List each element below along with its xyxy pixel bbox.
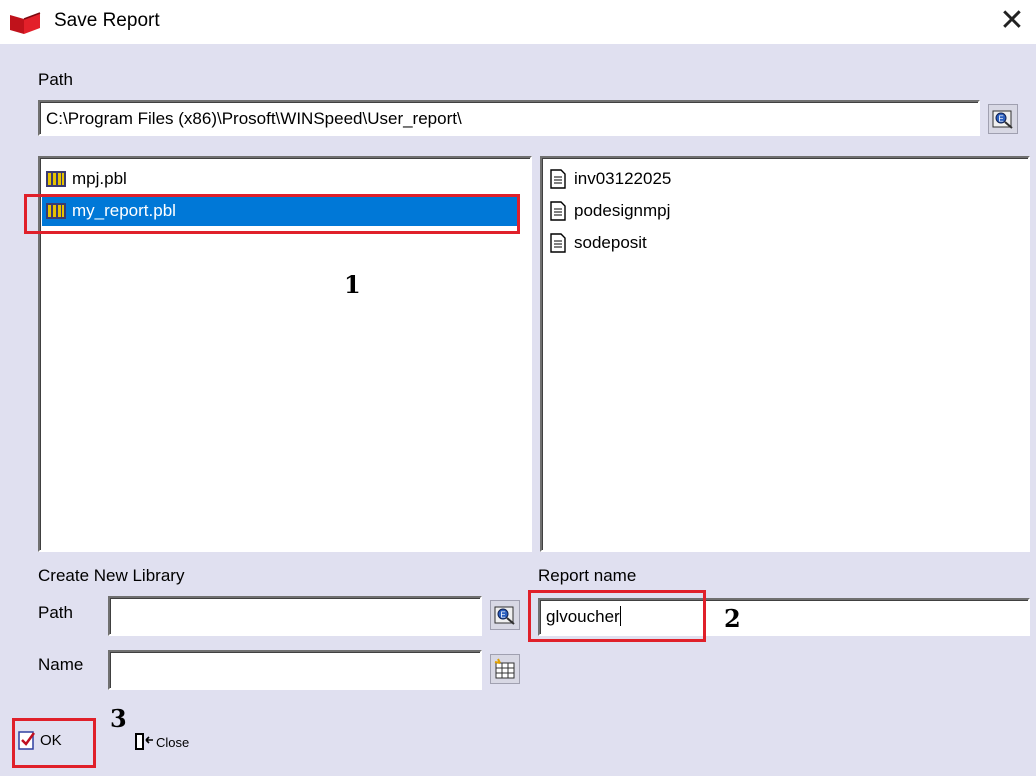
title-bar: Save Report ✕: [0, 0, 1036, 44]
report-icon: [546, 200, 570, 222]
svg-text:E: E: [998, 115, 1003, 124]
annotation-box-3: [12, 718, 96, 768]
new-library-name-field[interactable]: [108, 650, 482, 690]
annotation-number-2: 2: [724, 604, 741, 633]
window-title: Save Report: [54, 10, 160, 31]
browse-path-button[interactable]: E: [988, 104, 1018, 134]
close-window-button[interactable]: ✕: [990, 2, 1034, 40]
new-library-name-label: Name: [38, 655, 84, 674]
browse-folder-icon: E: [494, 606, 515, 625]
library-name: mpj.pbl: [72, 169, 127, 188]
library-icon: [44, 168, 68, 190]
report-name: inv03122025: [574, 169, 672, 188]
list-item[interactable]: sodeposit: [544, 228, 1026, 258]
annotation-box-1: [24, 194, 520, 234]
annotation-box-2: [528, 590, 706, 642]
annotation-number-3: 3: [110, 704, 127, 733]
list-item[interactable]: podesignmpj: [544, 196, 1026, 226]
browse-new-library-button[interactable]: E: [490, 600, 520, 630]
report-list[interactable]: inv03122025 podesignmpj sodeposit: [540, 156, 1030, 552]
path-label: Path: [38, 70, 73, 89]
new-library-path-field[interactable]: [108, 596, 482, 636]
report-name: sodeposit: [574, 233, 647, 252]
report-name: podesignmpj: [574, 201, 671, 220]
new-library-button[interactable]: [490, 654, 520, 684]
path-field[interactable]: C:\Program Files (x86)\Prosoft\WINSpeed\…: [38, 100, 980, 136]
svg-text:E: E: [500, 611, 505, 620]
browse-folder-icon: E: [992, 110, 1013, 129]
list-item[interactable]: mpj.pbl: [42, 164, 528, 194]
new-library-icon: [494, 658, 515, 679]
report-name-label: Report name: [538, 566, 637, 585]
list-item[interactable]: inv03122025: [544, 164, 1026, 194]
annotation-number-1: 1: [344, 270, 361, 299]
exit-door-icon: [135, 733, 153, 750]
new-library-path-label: Path: [38, 603, 73, 622]
close-label: Close: [156, 734, 190, 750]
app-book-icon: [8, 9, 42, 35]
create-library-title: Create New Library: [38, 566, 185, 585]
report-icon: [546, 168, 570, 190]
close-button[interactable]: Close: [134, 732, 189, 752]
report-icon: [546, 232, 570, 254]
